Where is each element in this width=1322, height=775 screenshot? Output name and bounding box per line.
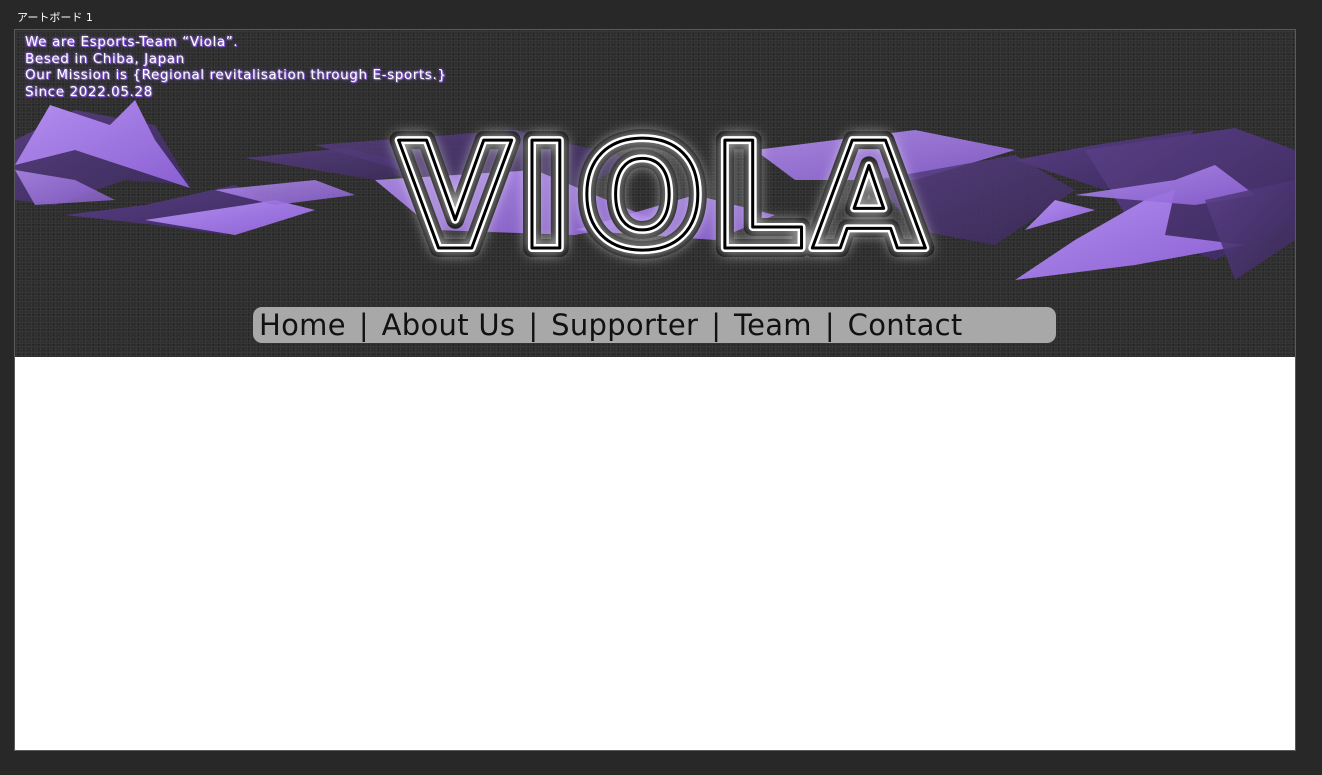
nav-home[interactable]: Home bbox=[259, 307, 346, 343]
nav-team[interactable]: Team bbox=[734, 307, 812, 343]
intro-line: We are Esports-Team “Viola”. bbox=[25, 34, 239, 50]
team-intro: We are Esports-Team “Viola”. Besed in Ch… bbox=[25, 34, 447, 100]
logo-text-inner: VIOLA bbox=[398, 111, 932, 283]
main-nav: Home | About Us | Supporter | Team | Con… bbox=[253, 307, 1056, 343]
intro-line: Our Mission is {Regional revitalisation … bbox=[25, 67, 447, 83]
intro-line: Since 2022.05.28 bbox=[25, 83, 153, 100]
site-header: We are Esports-Team “Viola”. Besed in Ch… bbox=[15, 30, 1295, 357]
page-body bbox=[15, 357, 1295, 750]
viola-logo: VIOLA VIOLA VIOLA bbox=[389, 102, 935, 292]
nav-separator: | bbox=[528, 308, 539, 342]
nav-separator: | bbox=[824, 308, 835, 342]
nav-supporter[interactable]: Supporter bbox=[551, 307, 698, 343]
nav-separator: | bbox=[358, 308, 369, 342]
nav-separator: | bbox=[711, 308, 721, 342]
artboard: We are Esports-Team “Viola”. Besed in Ch… bbox=[14, 29, 1296, 751]
artboard-label: アートボード 1 bbox=[17, 11, 93, 24]
nav-about-us[interactable]: About Us bbox=[382, 307, 516, 343]
nav-contact[interactable]: Contact bbox=[848, 307, 963, 343]
intro-line: Besed in Chiba, Japan bbox=[25, 50, 185, 67]
